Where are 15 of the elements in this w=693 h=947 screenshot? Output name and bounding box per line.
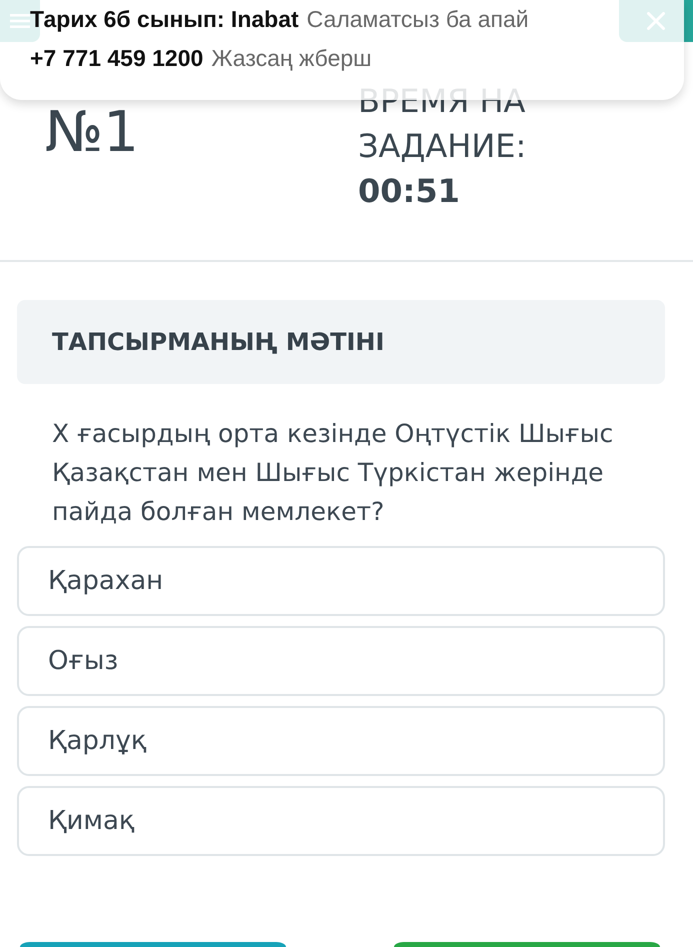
bottom-button[interactable]	[20, 942, 286, 947]
bottom-button[interactable]	[394, 942, 660, 947]
question-text: X ғасырдың орта кезінде Оңтүстік Шығыс Қазақстан мен Шығыс Түркістан жерінде пайда болған мемлекет?	[52, 418, 614, 528]
answer-option[interactable]: Оғыз	[17, 626, 665, 696]
notification-message: Саламатсыз ба апай	[306, 5, 529, 34]
answer-option[interactable]: Қарахан	[17, 546, 665, 616]
notification-message: Жазсаң жберш	[211, 44, 372, 73]
answer-option[interactable]: Қимақ	[17, 786, 665, 856]
notification-sender: Тарих 6б сынып: Inabat	[30, 5, 299, 34]
timer-value: 00:51	[358, 171, 460, 212]
notification-sender: +7 771 459 1200	[30, 44, 204, 73]
task-number: №1	[45, 107, 139, 159]
notification-panel[interactable]: Тарих 6б сынып: Inabat Саламатсыз ба апай +7 771 459 1200 Жазсаң жберш	[0, 0, 684, 100]
section-heading: ТАПСЫРМАНЫҢ МӘТІНІ	[52, 328, 384, 356]
answer-option[interactable]: Қарлұқ	[17, 706, 665, 776]
